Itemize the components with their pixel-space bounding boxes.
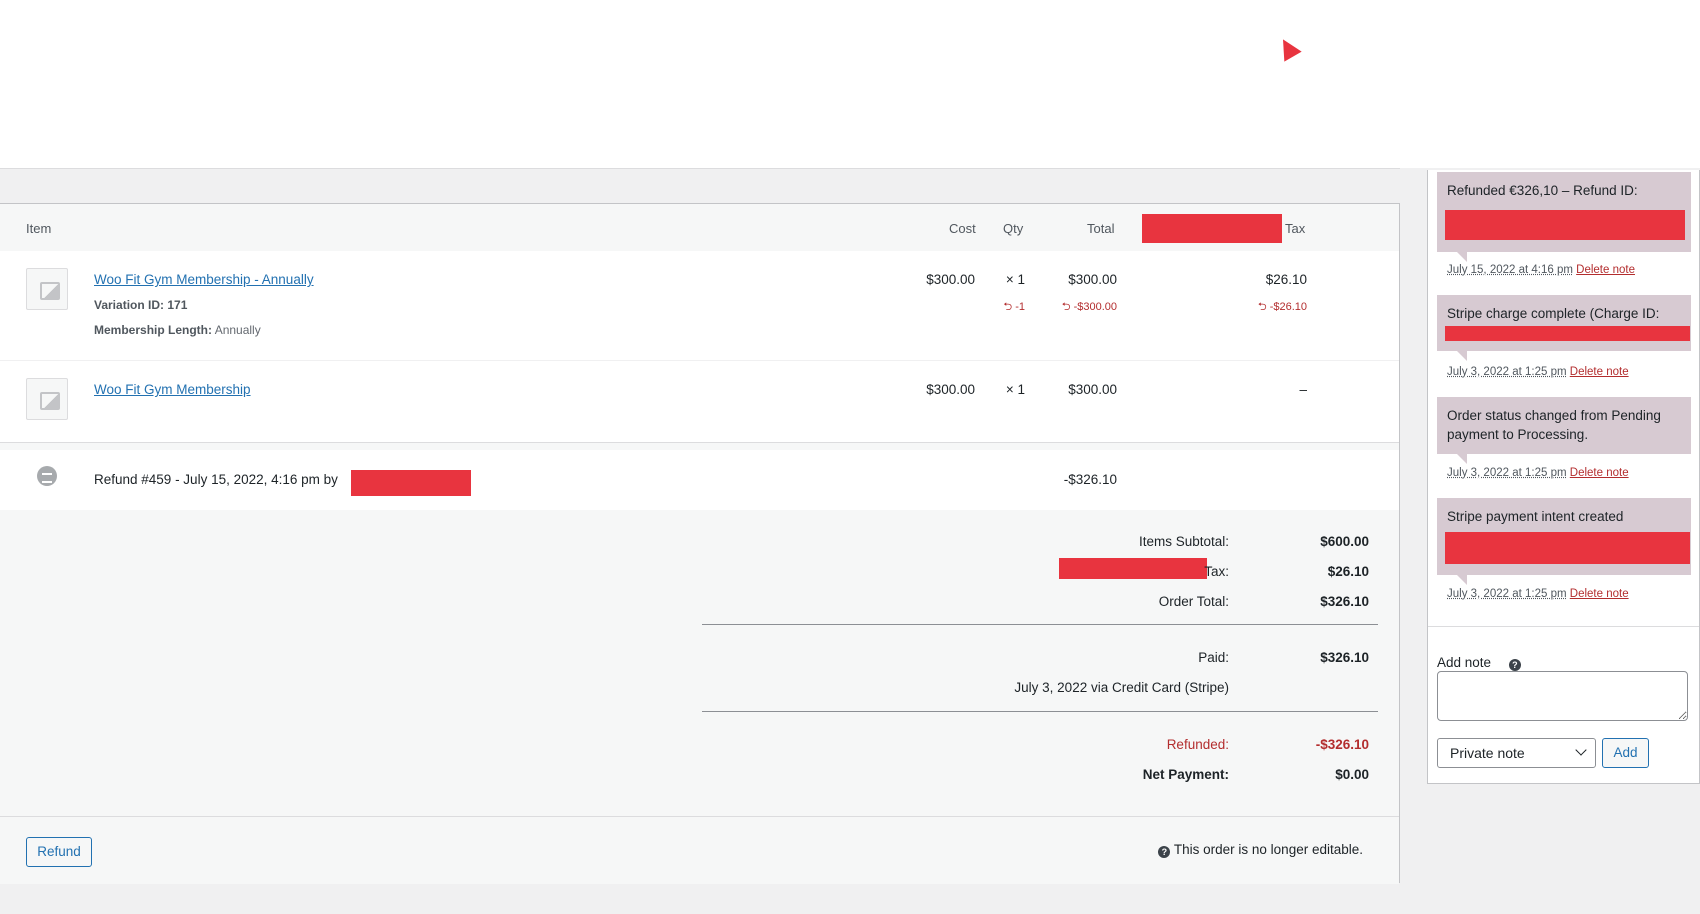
note-2-meta: July 3, 2022 at 1:25 pm Delete note	[1447, 366, 1629, 378]
header-tax: Tax	[1285, 221, 1306, 236]
order-actions: Refund ? This order is no longer editabl…	[0, 816, 1399, 884]
not-editable-text: This order is no longer editable.	[1173, 842, 1363, 857]
undo-icon: ⮌	[1257, 301, 1267, 313]
note-1-meta: July 15, 2022 at 4:16 pm Delete note	[1447, 264, 1635, 276]
note-date: July 3, 2022 at 1:25 pm	[1447, 588, 1567, 600]
help-icon: ?	[1158, 846, 1171, 858]
note-type-select[interactable]: Private note	[1437, 738, 1596, 768]
paid-value: $326.10	[1320, 650, 1369, 665]
not-editable-notice: ? This order is no longer editable.	[1158, 842, 1363, 858]
note-text: Stripe payment intent created	[1447, 509, 1624, 524]
item-1-qty: × 1	[1005, 272, 1025, 287]
add-note-divider	[1428, 626, 1699, 627]
item-1-link[interactable]: Woo Fit Gym Membership - Annually	[94, 272, 314, 287]
note-3-meta: July 3, 2022 at 1:25 pm Delete note	[1447, 467, 1629, 479]
item-1-refund-total: ⮌ -$300.00	[1062, 298, 1117, 317]
item-1-refund-tax: ⮌ -$26.10	[1258, 298, 1307, 317]
meta-value: Annually	[214, 323, 261, 337]
variation-label: Variation ID:	[94, 298, 165, 312]
redacted-block	[1059, 558, 1207, 579]
add-note-label: Add note ?	[1437, 655, 1521, 671]
totals-divider	[702, 711, 1378, 712]
note-text: Refunded €326,10 – Refund ID:	[1447, 183, 1638, 198]
note-text: Stripe charge complete (Charge ID:	[1447, 306, 1660, 321]
item-2-cost: $300.00	[926, 382, 975, 397]
note-date: July 15, 2022 at 4:16 pm	[1447, 264, 1573, 276]
item-2-tax: –	[1299, 382, 1307, 397]
meta-label: Membership Length:	[94, 323, 213, 337]
help-icon[interactable]: ?	[1508, 659, 1521, 671]
undo-icon: ⮌	[1003, 301, 1013, 313]
row-divider	[0, 360, 1399, 361]
redacted-block	[1445, 210, 1685, 240]
item-1-meta: Membership Length: Annually	[94, 323, 261, 337]
item-2-total: $300.00	[1068, 382, 1117, 397]
redacted-block	[1142, 214, 1282, 243]
paid-via: July 3, 2022 via Credit Card (Stripe)	[1014, 680, 1229, 695]
refund-total-value: -$300.00	[1073, 301, 1117, 313]
items-table-header: Item Cost Qty Total Tax	[0, 204, 1399, 251]
refunded-value: -$326.10	[1315, 737, 1369, 752]
refund-row-text: Refund #459 - July 15, 2022, 4:16 pm by	[94, 472, 338, 487]
header-total: Total	[1087, 221, 1115, 236]
add-note-textarea[interactable]	[1437, 671, 1688, 721]
row-gap	[0, 443, 1399, 450]
delete-note-link[interactable]: Delete note	[1570, 588, 1629, 600]
refund-icon	[37, 466, 57, 486]
net-payment-value: $0.00	[1335, 767, 1369, 782]
note-2: Stripe charge complete (Charge ID:	[1437, 295, 1691, 361]
variation-id: 171	[167, 298, 188, 312]
totals-divider	[702, 624, 1378, 625]
header-cost: Cost	[949, 221, 976, 236]
delete-note-link[interactable]: Delete note	[1570, 467, 1629, 479]
item-1-refund-qty: ⮌ -1	[1003, 298, 1025, 317]
item-1-tax: $26.10	[1265, 272, 1307, 287]
redacted-block	[1445, 326, 1690, 341]
tax-value: $26.10	[1327, 564, 1369, 579]
redacted-block	[351, 470, 471, 496]
undo-icon: ⮌	[1061, 301, 1071, 313]
header-qty: Qty	[1003, 221, 1024, 236]
product-thumbnail-icon	[26, 378, 68, 420]
item-1-total: $300.00	[1068, 272, 1117, 287]
order-totals: Items Subtotal: $600.00 Tax: $26.10 Orde…	[0, 510, 1399, 823]
refund-button[interactable]: Refund	[26, 837, 92, 867]
divider	[0, 168, 1400, 169]
order-total-label: Order Total:	[1158, 594, 1229, 609]
refunded-label: Refunded:	[1166, 737, 1229, 752]
order-items-panel: Item Cost Qty Total Tax Woo Fit Gym Memb…	[0, 203, 1400, 884]
delete-note-link[interactable]: Delete note	[1570, 366, 1629, 378]
note-date: July 3, 2022 at 1:25 pm	[1447, 366, 1567, 378]
note-4-meta: July 3, 2022 at 1:25 pm Delete note	[1447, 588, 1629, 600]
item-1-cost: $300.00	[926, 272, 975, 287]
mouse-cursor-icon	[1274, 34, 1302, 62]
add-note-button[interactable]: Add	[1602, 738, 1649, 768]
item-2-link[interactable]: Woo Fit Gym Membership	[94, 382, 251, 397]
net-payment-label: Net Payment:	[1142, 767, 1229, 782]
refund-row-amount: -$326.10	[1063, 472, 1117, 487]
refund-tax-value: -$26.10	[1269, 301, 1307, 313]
header-item: Item	[26, 221, 52, 236]
add-note-label-text: Add note	[1437, 655, 1492, 670]
paid-label: Paid:	[1198, 650, 1229, 665]
item-1-variation: Variation ID: 171	[94, 298, 187, 312]
note-date: July 3, 2022 at 1:25 pm	[1447, 467, 1567, 479]
redacted-block	[1445, 532, 1690, 564]
product-thumbnail-icon	[26, 268, 68, 310]
delete-note-link[interactable]: Delete note	[1576, 264, 1635, 276]
note-text: Order status changed from Pending paymen…	[1447, 408, 1661, 442]
refund-qty-value: -1	[1015, 301, 1025, 313]
items-subtotal-label: Items Subtotal:	[1138, 534, 1229, 549]
note-3: Order status changed from Pending paymen…	[1437, 397, 1691, 464]
item-2-qty: × 1	[1005, 382, 1025, 397]
order-total-value: $326.10	[1320, 594, 1369, 609]
note-type-value: Private note	[1450, 745, 1525, 761]
tax-label: Tax:	[1204, 564, 1229, 579]
chevron-down-icon	[1575, 744, 1587, 756]
items-subtotal-value: $600.00	[1320, 534, 1369, 549]
